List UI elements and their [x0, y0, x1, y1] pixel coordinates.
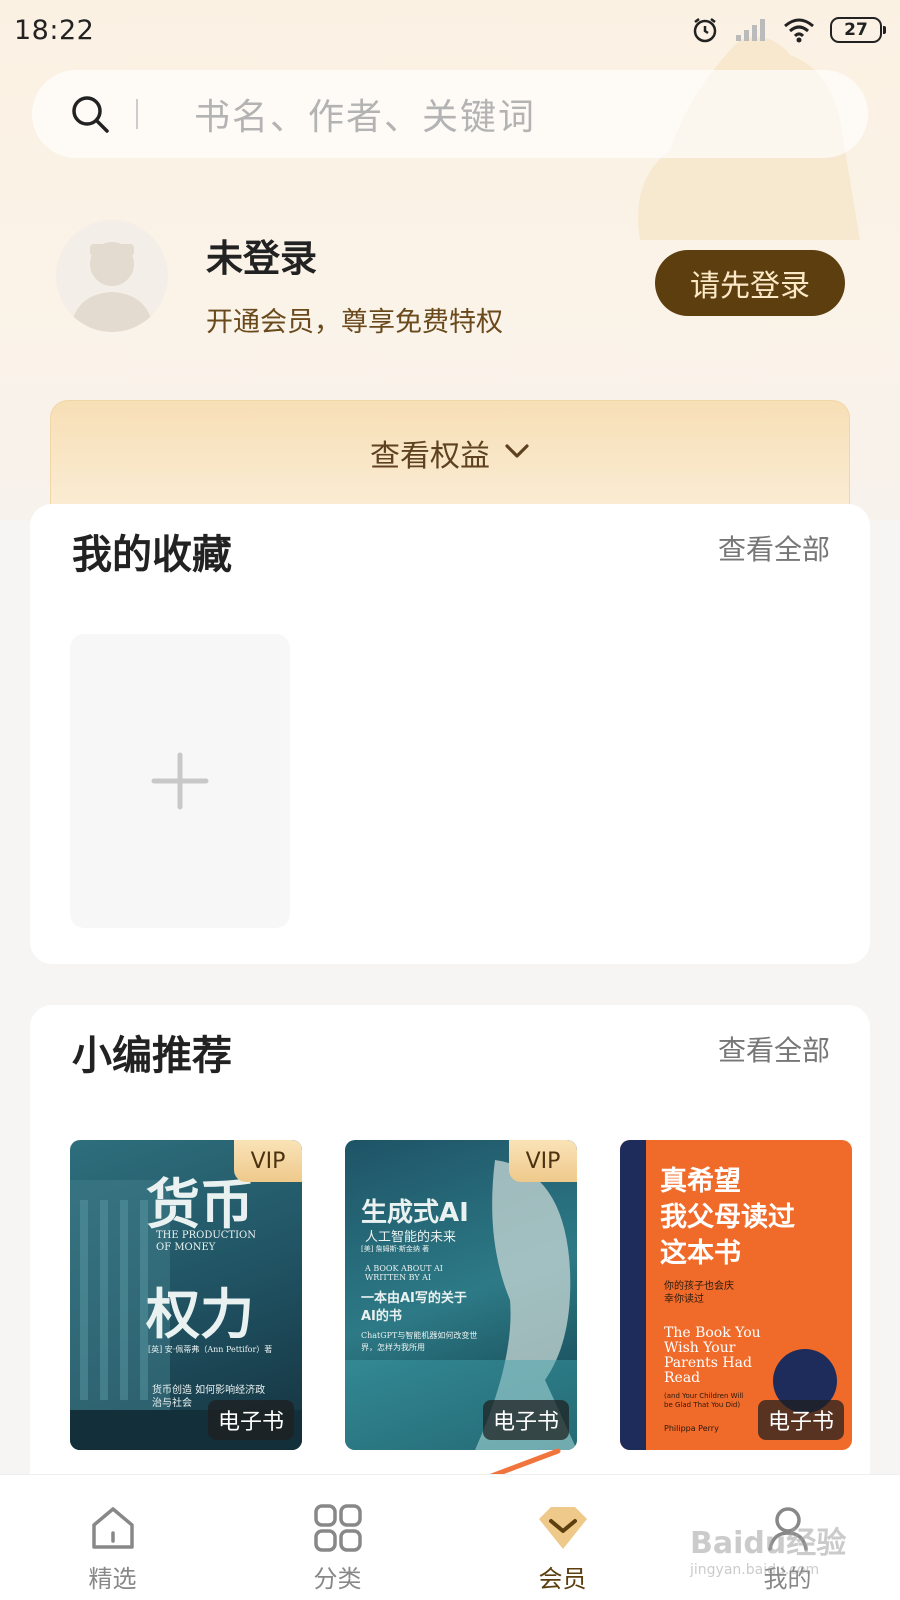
- favorites-title: 我的收藏: [72, 532, 232, 578]
- book-title-top: 生成式AI: [361, 1198, 469, 1228]
- book-title-bottom: 权力: [146, 1282, 254, 1346]
- book-title-line-3: 这本书: [660, 1238, 741, 1269]
- book-subtitle-en: A BOOK ABOUT AI WRITTEN BY AI: [365, 1264, 443, 1282]
- nav-item-featured[interactable]: 精选: [33, 1475, 193, 1600]
- search-bar[interactable]: 书名、作者、关键词: [32, 70, 868, 158]
- book-note: ChatGPT与智能机器如何改变世界，怎样为我所用: [361, 1331, 478, 1352]
- home-icon: [91, 1507, 134, 1549]
- book-title: 真希望 我父母读过 这本书: [660, 1164, 795, 1272]
- book-cover[interactable]: 货币 THE PRODUCTION OF MONEY 权力 [英] 安·佩蒂弗（…: [70, 1140, 302, 1450]
- search-divider: [136, 99, 138, 129]
- vip-badge: VIP: [509, 1140, 577, 1182]
- book-author: [英] 安·佩蒂弗（Ann Pettifor）著: [148, 1345, 273, 1354]
- nav-item-category[interactable]: 分类: [258, 1475, 418, 1600]
- favorites-view-all-link[interactable]: 查看全部: [718, 528, 830, 568]
- watermark-brand: Baidu经验: [690, 1526, 847, 1561]
- book-cover[interactable]: 生成式AI 人工智能的未来 [美] 詹姆斯·斯金纳 著 A BOOK ABOUT…: [345, 1140, 577, 1450]
- book-author: [美] 詹姆斯·斯金纳 著: [361, 1245, 430, 1253]
- grid-icon: [313, 1504, 362, 1552]
- battery-indicator: 27: [830, 17, 886, 43]
- status-time: 18:22: [14, 14, 95, 46]
- watermark-url: jingyan.baidu.com: [690, 1562, 820, 1578]
- book-author: Philippa Perry: [664, 1424, 719, 1433]
- add-favorite-button[interactable]: [70, 634, 290, 928]
- alarm-icon: [693, 18, 717, 43]
- avatar[interactable]: [56, 220, 168, 332]
- ebook-badge: 电子书: [482, 1400, 569, 1440]
- book-subtitle-en: THE PRODUCTION OF MONEY: [156, 1230, 256, 1253]
- plus-icon: [151, 752, 209, 810]
- book-title-line-2: 我父母读过: [660, 1202, 795, 1233]
- default-avatar-icon: [70, 242, 154, 332]
- battery-level: 27: [844, 20, 868, 40]
- login-button[interactable]: 请先登录: [655, 250, 845, 316]
- chevron-down-icon: [505, 444, 529, 458]
- status-icons: 27: [690, 15, 886, 45]
- nav-label-featured: 精选: [88, 1565, 137, 1593]
- book-english-subtitle: (and Your Children Will be Glad That You…: [664, 1392, 744, 1409]
- status-bar: 18:22 27: [0, 0, 900, 60]
- nav-label-category: 分类: [313, 1565, 362, 1593]
- signal-icon: [736, 19, 765, 41]
- book-english-title: The Book You Wish Your Parents Had Read: [664, 1325, 761, 1386]
- view-benefits-label: 查看权益: [370, 439, 490, 474]
- book-title-line-1: 真希望: [660, 1166, 741, 1197]
- search-icon[interactable]: [68, 92, 112, 136]
- nav-label-vip: 会员: [538, 1565, 587, 1593]
- watermark: Baidu经验 jingyan.baidu.com: [690, 1518, 846, 1578]
- search-input[interactable]: 书名、作者、关键词: [194, 88, 536, 140]
- ebook-badge: 电子书: [207, 1400, 294, 1440]
- ebook-badge: 电子书: [757, 1400, 844, 1440]
- book-tagline: 一本由AI写的关于AI的书: [361, 1291, 467, 1324]
- book-tagline: 你的孩子也会庆幸你读过: [664, 1281, 734, 1305]
- profile-name: 未登录: [206, 237, 317, 280]
- book-title-bottom: 人工智能的未来: [365, 1230, 457, 1245]
- wifi-icon: [784, 18, 814, 43]
- vip-icon: [538, 1507, 587, 1549]
- nav-item-vip[interactable]: 会员: [483, 1475, 643, 1600]
- view-benefits-button[interactable]: 查看权益: [50, 400, 850, 510]
- recommend-view-all-link[interactable]: 查看全部: [718, 1029, 830, 1069]
- book-cover[interactable]: 真希望 我父母读过 这本书 你的孩子也会庆幸你读过 The Book You W…: [620, 1140, 852, 1450]
- favorites-card: 我的收藏 查看全部: [30, 504, 870, 964]
- profile-subtitle: 开通会员，尊享免费特权: [206, 307, 503, 338]
- recommend-title: 小编推荐: [72, 1033, 232, 1079]
- vip-badge: VIP: [234, 1140, 302, 1182]
- book-spine-stripe: [620, 1140, 646, 1450]
